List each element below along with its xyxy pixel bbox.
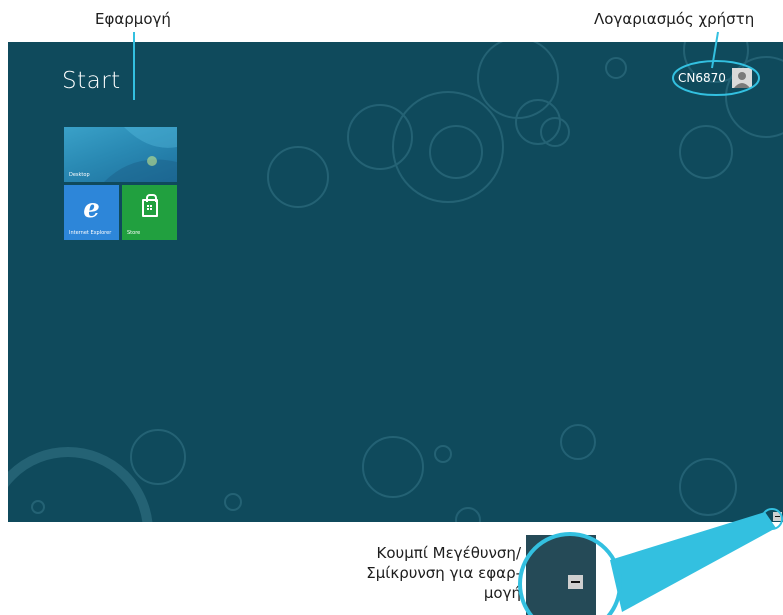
internet-explorer-icon: e [83,194,100,225]
tile-desktop[interactable]: Desktop [64,127,177,182]
store-bag-icon [141,194,158,218]
start-screen-title: Start [62,68,121,94]
tile-store-label: Store [127,230,141,236]
callout-zoom-line-1: Κουμπί Μεγέθυνση/ [376,544,521,562]
callout-zoom-line-3: μογή [483,584,521,602]
zoom-magnifier-view [526,535,596,615]
background-circles-decoration [8,42,783,522]
tile-desktop-label: Desktop [69,172,90,178]
semantic-zoom-button[interactable] [773,512,782,521]
callout-label-user-account: Λογαριασμός χρήστη [594,10,755,28]
user-account-name: CN6870 [678,71,726,85]
tile-store[interactable]: Store [122,185,177,240]
callout-label-app: Εφαρμογή [95,10,171,28]
callout-label-zoom-button: Κουμπί Μεγέθυνση/ Σμίκρυνση για εφαρ- μο… [300,543,521,603]
callout-beam-zoom [610,512,776,612]
user-avatar-icon[interactable] [731,68,752,88]
user-account[interactable]: CN6870 [678,67,752,89]
callout-zoom-line-2: Σμίκρυνση για εφαρ- [366,564,521,582]
tile-internet-explorer-label: Internet Explorer [69,230,112,236]
start-screen: Start CN6870 Desktop e Internet Explorer… [8,42,783,522]
tile-internet-explorer[interactable]: e Internet Explorer [64,185,119,240]
minus-icon [568,575,583,589]
